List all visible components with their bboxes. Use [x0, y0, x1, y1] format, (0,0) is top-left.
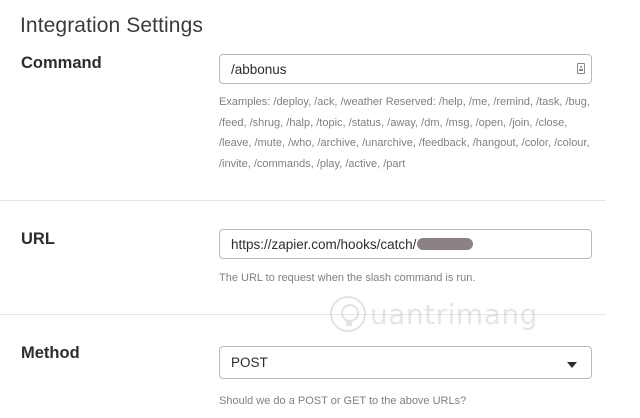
- method-select-value: POST: [231, 355, 268, 370]
- divider-url-method: [0, 314, 606, 315]
- method-label: Method: [21, 344, 80, 362]
- command-input[interactable]: /abbonus: [219, 54, 592, 84]
- command-label: Command: [21, 54, 102, 72]
- method-hint: Should we do a POST or GET to the above …: [219, 395, 467, 407]
- command-hint: Examples: /deploy, /ack, /weather Reserv…: [219, 96, 590, 170]
- url-input-value: https://zapier.com/hooks/catch/: [231, 236, 417, 252]
- page-title: Integration Settings: [20, 14, 203, 37]
- redacted-token: [417, 238, 474, 250]
- url-input[interactable]: https://zapier.com/hooks/catch/: [219, 229, 592, 259]
- contact-card-icon[interactable]: [577, 63, 585, 74]
- url-label: URL: [21, 230, 55, 248]
- method-select[interactable]: POST: [219, 346, 592, 379]
- command-input-value: /abbonus: [231, 61, 287, 77]
- caret-down-icon[interactable]: [567, 362, 577, 368]
- divider-command-url: [0, 200, 606, 201]
- url-hint: The URL to request when the slash comman…: [219, 272, 476, 284]
